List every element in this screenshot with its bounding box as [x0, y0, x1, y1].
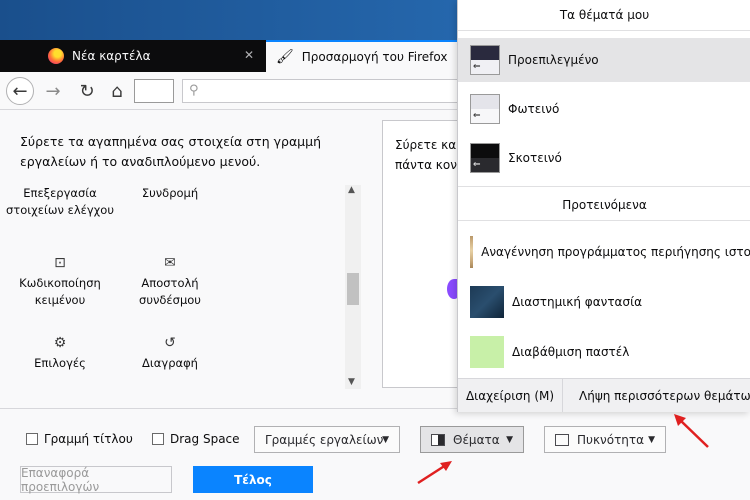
theme-label: Αναγέννηση προγράμματος περιήγησης ιστο [481, 245, 750, 259]
recommended-theme-renaissance[interactable]: Αναγέννηση προγράμματος περιήγησης ιστο [458, 230, 750, 274]
back-button[interactable]: ← [6, 77, 34, 105]
history-icon: ↺ [164, 335, 176, 351]
palette-item-forget[interactable]: ↺ Διαγραφή [115, 335, 225, 372]
manage-themes-button[interactable]: Διαχείριση (Μ) [458, 379, 563, 412]
firefox-icon [48, 48, 64, 64]
palette-item-text-encoding[interactable]: ⊡ Κωδικοποίηση κειμένου [5, 255, 115, 309]
palette-item-edit-controls[interactable]: Επεξεργασία στοιχείων ελέγχου [5, 185, 115, 219]
close-icon[interactable]: ✕ [244, 48, 254, 62]
theme-item-default[interactable]: ⇐ Προεπιλεγμένο [458, 38, 750, 82]
themes-dropdown[interactable]: Θέματα ▼ [420, 426, 524, 453]
palette-item-email-link[interactable]: ✉ Αποστολή συνδέσμου [115, 255, 225, 309]
drag-space-checkbox[interactable]: Drag Space [152, 432, 240, 446]
theme-thumbnail [470, 236, 474, 268]
dropdown-label: Πυκνότητα [577, 432, 645, 447]
done-button[interactable]: Τέλος [193, 466, 313, 493]
search-icon: ⚲ [189, 83, 199, 98]
checkbox-label: Drag Space [170, 432, 240, 446]
divider [458, 186, 750, 187]
reload-icon: ↻ [79, 80, 95, 102]
divider [458, 30, 750, 31]
theme-thumbnail: ⇐ [470, 94, 500, 124]
theme-label: Διαβάθμιση παστέλ [512, 345, 630, 359]
flexible-space[interactable] [134, 79, 174, 103]
palette-scrollbar[interactable]: ▲ ▼ [345, 185, 361, 389]
theme-icon [431, 433, 445, 446]
recommended-theme-space-fantasy[interactable]: Διαστημική φαντασία [458, 280, 750, 324]
scroll-up-icon[interactable]: ▲ [348, 185, 355, 195]
home-button[interactable]: ⌂ [104, 78, 130, 104]
theme-item-dark[interactable]: ⇐ Σκοτεινό [458, 136, 750, 180]
scrollbar-thumb[interactable] [347, 273, 359, 305]
url-bar[interactable]: ⚲ [182, 79, 482, 103]
title-bar-checkbox[interactable]: Γραμμή τίτλου [26, 432, 133, 446]
toolbars-dropdown[interactable]: Γραμμές εργαλείων ▼ [254, 426, 400, 453]
themes-panel: Τα θέματά μου ⇐ Προεπιλεγμένο ⇐ Φωτεινό … [457, 0, 750, 412]
palette-item-label: Συνδρομή [141, 186, 199, 200]
palette-item-options[interactable]: ⚙ Επιλογές [5, 335, 115, 372]
forward-button[interactable]: → [40, 78, 66, 104]
reload-button[interactable]: ↻ [74, 78, 100, 104]
checkbox-box[interactable] [152, 433, 164, 445]
arrow-right-icon: → [45, 80, 61, 102]
theme-thumbnail [470, 336, 504, 368]
theme-label: Προεπιλεγμένο [508, 53, 599, 67]
density-dropdown[interactable]: Πυκνότητα ▼ [544, 426, 666, 453]
gear-icon: ⚙ [53, 335, 67, 351]
mail-icon: ✉ [164, 255, 176, 271]
brush-icon: 🖌 [276, 49, 294, 65]
restore-defaults-button[interactable]: Επαναφορά προεπιλογών [20, 466, 172, 494]
palette-item-label: Διαγραφή [142, 356, 198, 370]
customize-palette: Επεξεργασία στοιχείων ελέγχου Συνδρομή ⊡… [0, 180, 345, 390]
dropdown-label: Γραμμές εργαλείων [265, 432, 384, 447]
tab-label: Νέα καρτέλα [72, 49, 151, 63]
encoding-icon: ⊡ [54, 255, 66, 271]
palette-item-label: Επιλογές [34, 356, 86, 370]
recommended-theme-pastel-gradient[interactable]: Διαβάθμιση παστέλ [458, 330, 750, 374]
theme-thumbnail: ⇐ [470, 45, 500, 75]
scroll-down-icon[interactable]: ▼ [348, 377, 355, 387]
theme-label: Σκοτεινό [508, 151, 562, 165]
themes-panel-footer: Διαχείριση (Μ) Λήψη περισσότερων θεμάτων… [458, 378, 750, 412]
recommended-header: Προτεινόμενα [562, 198, 647, 212]
density-icon [555, 433, 569, 446]
overflow-text: Σύρετε και πάντα κον [395, 135, 460, 175]
chevron-down-icon: ▼ [506, 434, 513, 445]
palette-instructions: Σύρετε τα αγαπημένα σας στοιχεία στη γρα… [20, 134, 322, 169]
home-icon: ⌂ [111, 80, 123, 102]
my-themes-header: Τα θέματά μου [559, 8, 650, 22]
get-more-themes-button[interactable]: Λήψη περισσότερων θεμάτων (Λ [563, 379, 750, 412]
theme-label: Φωτεινό [508, 102, 560, 116]
overflow-text-line: πάντα κον [395, 158, 457, 172]
divider [458, 220, 750, 221]
tab-new-tab[interactable]: Νέα καρτέλα ✕ [38, 40, 266, 72]
chevron-down-icon: ▼ [382, 434, 389, 445]
palette-item-label: Αποστολή συνδέσμου [139, 276, 201, 307]
dropdown-label: Θέματα [453, 432, 500, 447]
palette-item-subscribe[interactable]: Συνδρομή [115, 185, 225, 202]
theme-thumbnail [470, 286, 504, 318]
theme-label: Διαστημική φαντασία [512, 295, 643, 309]
theme-item-light[interactable]: ⇐ Φωτεινό [458, 87, 750, 131]
checkbox-box[interactable] [26, 433, 38, 445]
checkbox-label: Γραμμή τίτλου [44, 432, 133, 446]
tab-label: Προσαρμογή του Firefox [301, 50, 448, 64]
theme-thumbnail: ⇐ [470, 143, 500, 173]
palette-item-label: Επεξεργασία στοιχείων ελέγχου [6, 186, 114, 217]
overflow-text-line: Σύρετε και [395, 138, 461, 152]
chevron-down-icon: ▼ [648, 434, 655, 445]
palette-item-label: Κωδικοποίηση κειμένου [19, 276, 101, 307]
arrow-left-icon: ← [12, 80, 28, 102]
